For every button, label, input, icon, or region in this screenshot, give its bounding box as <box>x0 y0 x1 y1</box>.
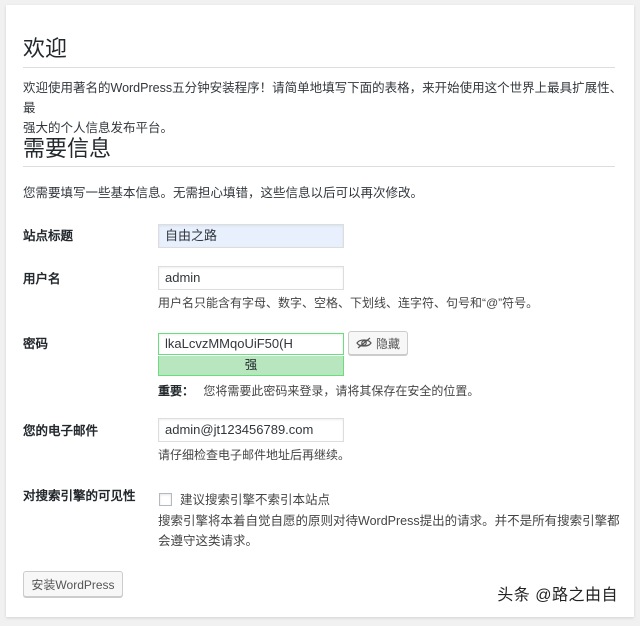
email-hint: 请仔细检查电子邮件地址后再继续。 <box>158 448 351 462</box>
welcome-intro: 欢迎使用著名的WordPress五分钟安装程序！请简单地填写下面的表格，来开始使… <box>23 78 634 138</box>
password-important-note: 重要： 您将需要此密码来登录，请将其保存在安全的位置。 <box>158 381 479 401</box>
important-text: 您将需要此密码来登录，请将其保存在安全的位置。 <box>203 384 480 398</box>
info-description: 您需要填写一些基本信息。无需担心填错，这些信息以后可以再次修改。 <box>23 186 424 200</box>
divider <box>23 166 615 167</box>
install-form-card: 欢迎 欢迎使用著名的WordPress五分钟安装程序！请简单地填写下面的表格，来… <box>6 5 634 617</box>
visibility-label: 对搜索引擎的可见性 <box>23 489 136 503</box>
site-title-label: 站点标题 <box>23 229 74 243</box>
welcome-heading: 欢迎 <box>23 36 68 61</box>
username-hint: 用户名只能含有字母、数字、空格、下划线、连字符、句号和“@”符号。 <box>158 296 539 310</box>
email-input[interactable]: admin@jt123456789.com <box>158 418 344 442</box>
welcome-intro-line1: 欢迎使用著名的WordPress五分钟安装程序！请简单地填写下面的表格，来开始使… <box>23 81 623 115</box>
important-label: 重要： <box>158 384 195 398</box>
visibility-note-line2: 会遵守这类请求。 <box>158 534 259 548</box>
visibility-note: 搜索引擎将本着自觉自愿的原则对待WordPress提出的请求。并不是所有搜索引擎… <box>158 511 620 551</box>
eye-slash-icon <box>356 337 372 349</box>
noindex-checkbox-label[interactable]: 建议搜索引擎不索引本站点 <box>180 489 330 508</box>
hide-password-label: 隐藏 <box>375 336 400 351</box>
username-label: 用户名 <box>23 272 61 286</box>
username-input[interactable]: admin <box>158 266 344 290</box>
divider <box>23 67 615 68</box>
watermark: 头条 @路之由自 <box>497 587 618 604</box>
password-strength-meter: 强 <box>158 356 344 376</box>
info-heading: 需要信息 <box>23 136 112 161</box>
site-title-input[interactable]: 自由之路 <box>158 224 344 248</box>
password-input[interactable]: lkaLcvzMMqoUiF50(H <box>158 333 344 355</box>
hide-password-button[interactable]: 隐藏 <box>348 331 408 355</box>
visibility-note-line1: 搜索引擎将本着自觉自愿的原则对待WordPress提出的请求。并不是所有搜索引擎… <box>158 514 620 528</box>
password-label: 密码 <box>23 337 49 351</box>
email-label: 您的电子邮件 <box>23 424 99 438</box>
install-wordpress-button[interactable]: 安装WordPress <box>23 571 123 597</box>
noindex-checkbox[interactable] <box>159 493 172 506</box>
